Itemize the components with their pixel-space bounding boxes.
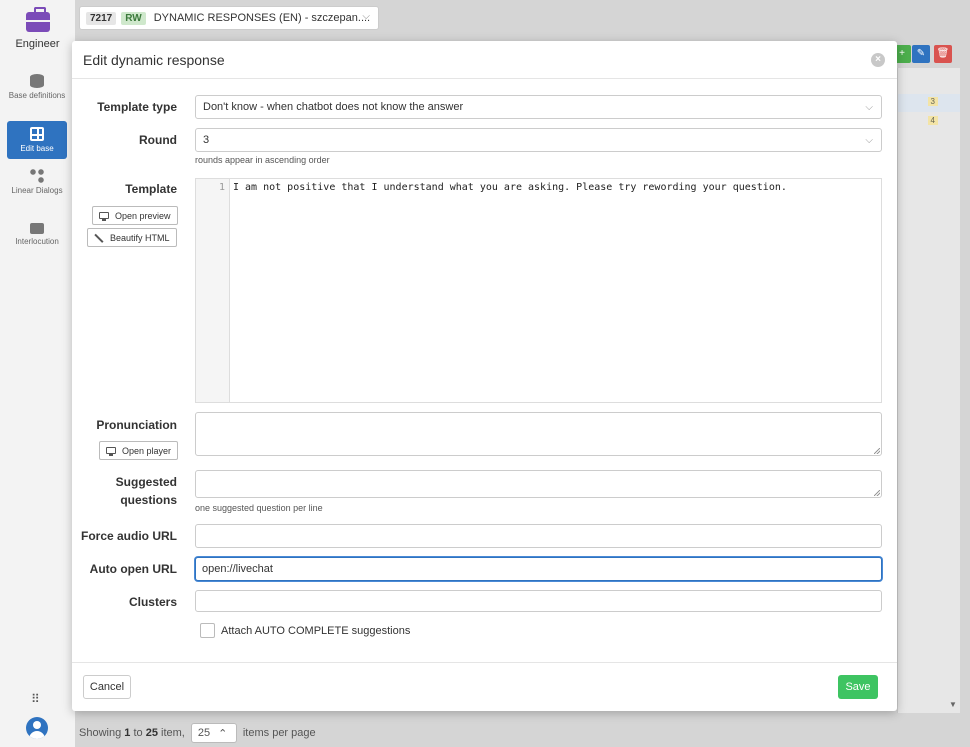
flow-icon	[30, 169, 44, 183]
line-number-gutter: 1	[196, 179, 230, 402]
open-preview-button[interactable]: Open preview	[92, 206, 178, 225]
base-id-badge: 7217	[86, 11, 117, 25]
edit-dynamic-response-modal: Edit dynamic response × Template type Do…	[72, 41, 897, 711]
template-label: Template	[125, 182, 177, 196]
round-label: Round	[139, 133, 177, 147]
delete-icon[interactable]: 🗑	[934, 45, 952, 63]
round-hint: rounds appear in ascending order	[195, 155, 330, 165]
monitor-icon	[106, 447, 116, 456]
base-name: DYNAMIC RESPONSES (EN) - szczepan....	[153, 12, 371, 24]
force-audio-url-input[interactable]	[195, 524, 882, 548]
user-avatar-icon[interactable]	[26, 717, 48, 739]
sidebar-item-interlocution[interactable]: Interlocution	[7, 223, 67, 246]
autocomplete-checkbox[interactable]	[200, 623, 215, 638]
background-list: 3 4	[897, 68, 960, 713]
chevron-up-icon: ⌃	[218, 727, 228, 740]
apps-grid-icon[interactable]: ⠿	[31, 692, 40, 706]
cancel-button[interactable]: Cancel	[83, 675, 131, 699]
chevron-down-icon: ⌵	[865, 135, 873, 146]
suggested-questions-hint: one suggested question per line	[195, 503, 323, 513]
chevron-down-icon: ⌵	[362, 11, 370, 22]
auto-open-url-label: Auto open URL	[89, 562, 177, 576]
modal-title: Edit dynamic response	[83, 52, 225, 68]
sidebar-item-edit-base[interactable]: Edit base	[7, 121, 67, 159]
database-icon	[30, 74, 44, 88]
auto-open-url-input[interactable]: open://livechat	[195, 557, 882, 581]
sidebar-item-label: Interlocution	[15, 237, 59, 246]
template-type-select[interactable]: Don't know - when chatbot does not know …	[195, 95, 882, 119]
edit-icon[interactable]: ✎	[912, 45, 930, 63]
chat-icon	[30, 223, 44, 234]
app-logo[interactable]: Engineer	[0, 7, 75, 50]
save-button[interactable]: Save	[838, 675, 878, 699]
pronunciation-textarea[interactable]	[195, 412, 882, 456]
briefcase-icon	[25, 7, 50, 32]
pagination-footer: Showing 1 to 25 item, 25 ⌃ items per pag…	[79, 722, 316, 744]
template-type-label: Template type	[97, 100, 177, 114]
sidebar: Engineer Base definitions Edit base Line…	[0, 0, 75, 747]
sidebar-item-label: Base definitions	[8, 91, 66, 100]
per-page-select[interactable]: 25 ⌃	[190, 723, 237, 743]
close-icon[interactable]: ×	[871, 53, 885, 67]
beautify-html-button[interactable]: Beautify HTML	[87, 228, 177, 247]
monitor-icon	[99, 212, 109, 221]
magic-wand-icon	[94, 233, 104, 243]
modal-footer: Cancel Save	[72, 662, 897, 711]
base-mode-badge: RW	[121, 11, 146, 25]
clusters-input[interactable]	[195, 590, 882, 612]
round-select[interactable]: 3 ⌵	[195, 128, 882, 152]
sidebar-item-label: Edit base	[20, 144, 54, 153]
chevron-down-icon: ⌵	[865, 102, 873, 113]
modal-header: Edit dynamic response ×	[72, 41, 897, 79]
table-icon	[30, 127, 44, 141]
open-player-button[interactable]: Open player	[99, 441, 179, 460]
template-code: I am not positive that I understand what…	[233, 182, 787, 193]
list-item[interactable]: 4	[898, 113, 960, 131]
force-audio-url-label: Force audio URL	[80, 529, 177, 543]
sidebar-item-base-definitions[interactable]: Base definitions	[7, 74, 67, 100]
autocomplete-option[interactable]: Attach AUTO COMPLETE suggestions	[200, 623, 410, 638]
sidebar-item-linear-dialogs[interactable]: Linear Dialogs	[7, 169, 67, 195]
suggested-questions-textarea[interactable]	[195, 470, 882, 498]
app-logo-label: Engineer	[15, 38, 60, 50]
base-selector[interactable]: 7217 RW DYNAMIC RESPONSES (EN) - szczepa…	[79, 6, 379, 30]
list-item[interactable]: 3	[898, 94, 960, 112]
autocomplete-label: Attach AUTO COMPLETE suggestions	[221, 624, 411, 637]
suggested-questions-label: Suggested questions	[115, 475, 177, 507]
pronunciation-label: Pronunciation	[96, 418, 177, 432]
scroll-down-icon[interactable]: ▼	[949, 700, 957, 709]
clusters-label: Clusters	[128, 595, 177, 609]
sidebar-item-label: Linear Dialogs	[11, 186, 63, 195]
template-code-editor[interactable]: 1 I am not positive that I understand wh…	[195, 178, 882, 403]
